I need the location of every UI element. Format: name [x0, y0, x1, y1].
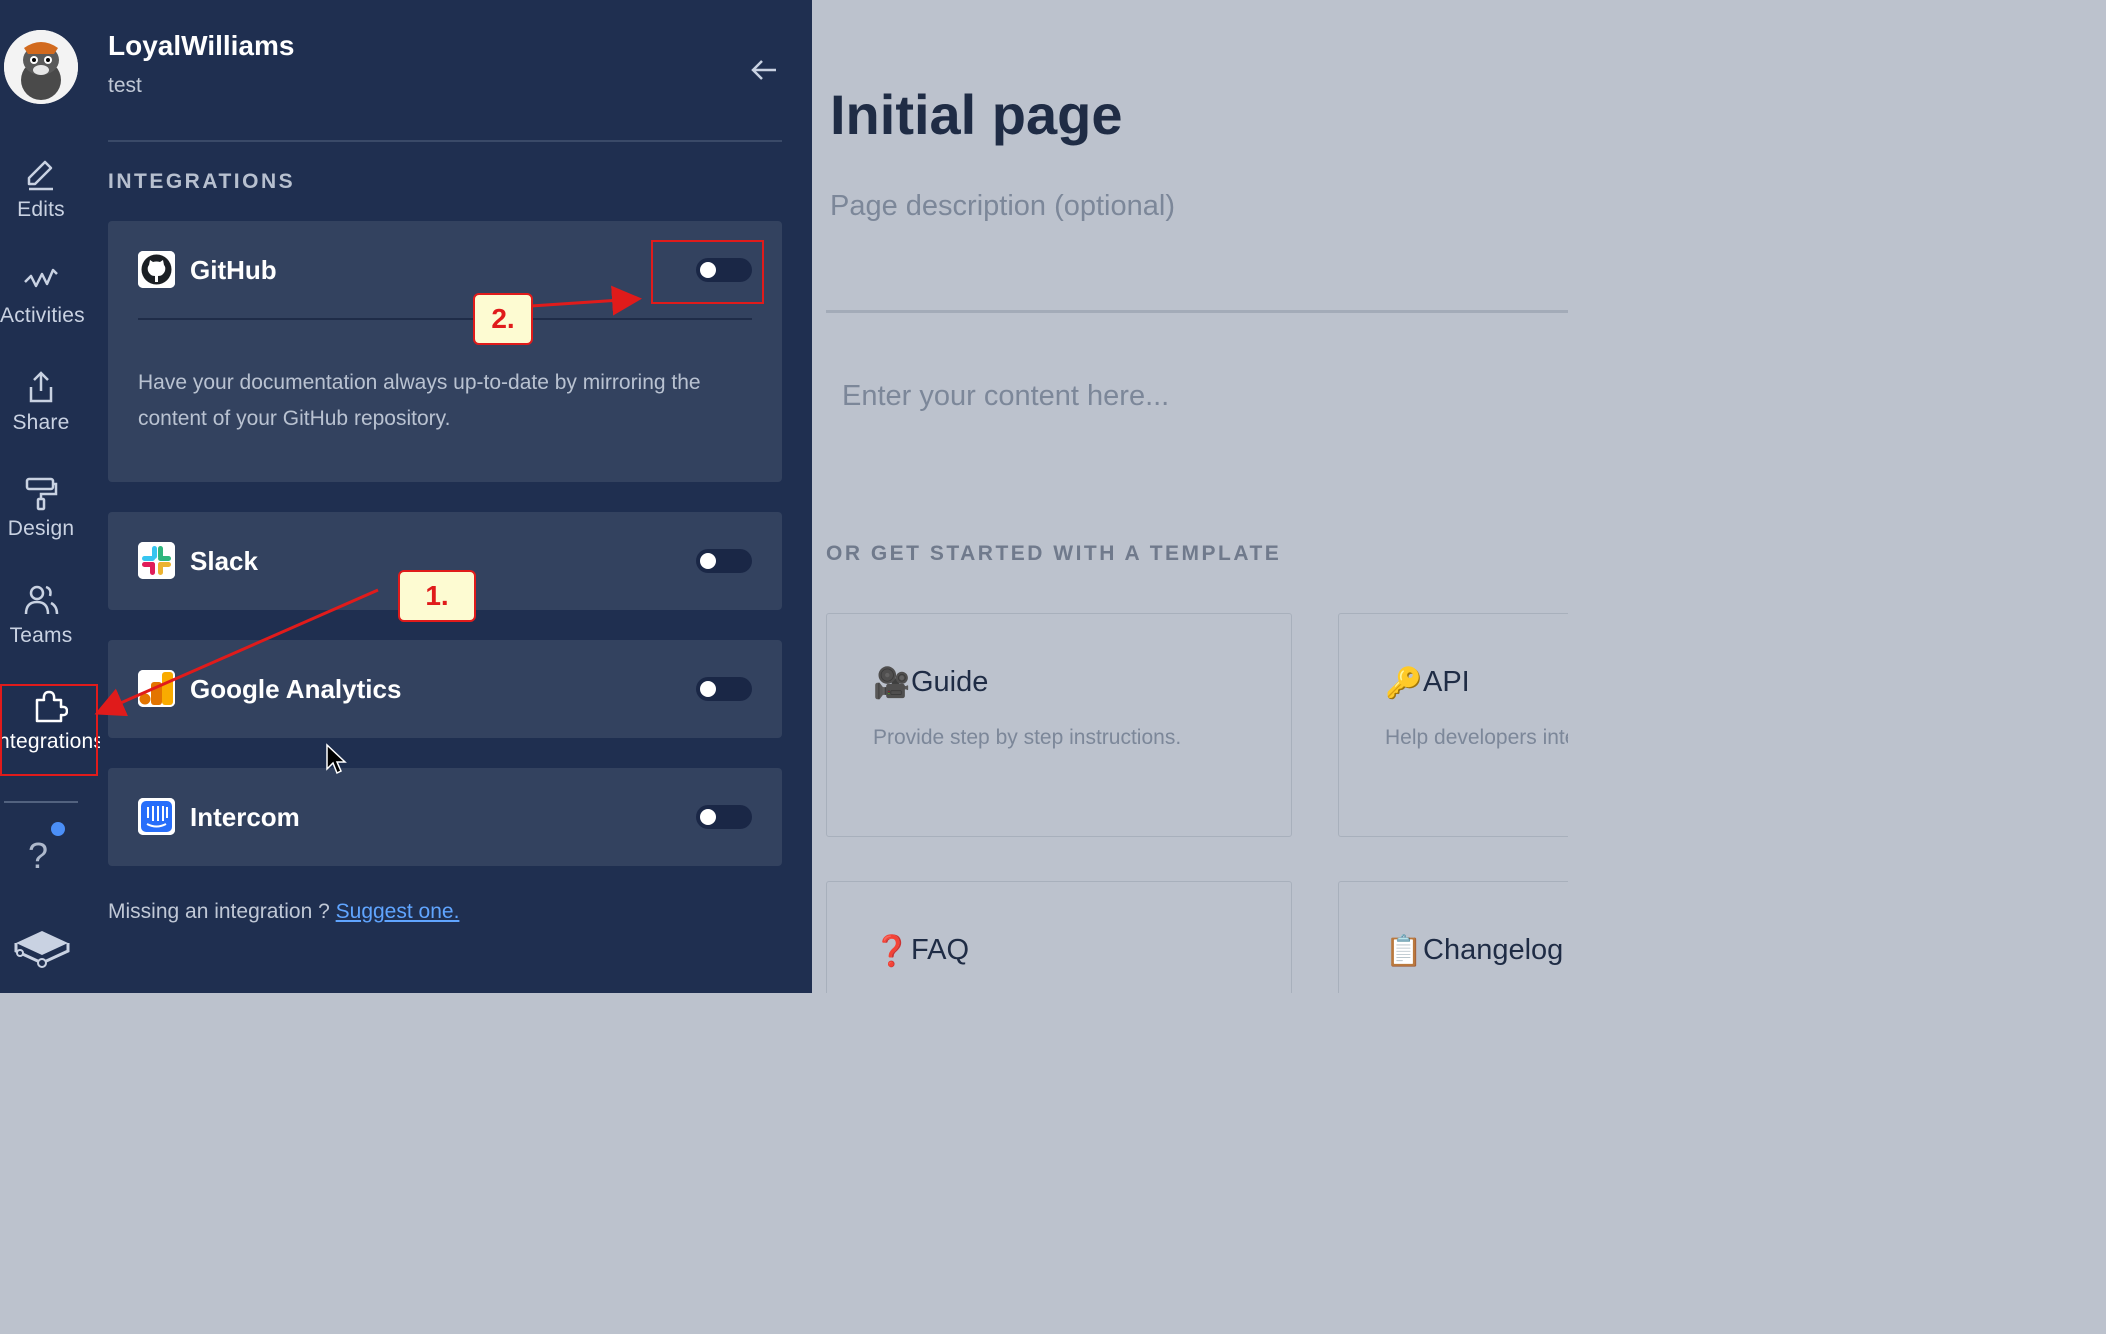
integration-name: Intercom — [190, 802, 300, 832]
template-title: FAQ — [911, 934, 970, 966]
integration-description: Have your documentation always up-to-dat… — [138, 371, 701, 430]
template-card-changelog[interactable]: 📋 Changelog — [1338, 881, 1568, 993]
template-card-faq[interactable]: ❓ FAQ — [826, 881, 1292, 993]
main-divider — [826, 310, 1568, 313]
template-description: Help developers integrate with your API. — [1385, 726, 1568, 749]
template-title: Changelog — [1423, 934, 1564, 966]
share-icon — [29, 371, 53, 403]
integration-name: Google Analytics — [190, 674, 402, 704]
user-name: LoyalWilliams — [108, 30, 295, 61]
page-description-input[interactable]: Page description (optional) — [830, 190, 1175, 223]
camera-icon: 🎥 — [873, 667, 911, 700]
slack-icon — [138, 542, 175, 579]
left-rail: Edits Activities Share Design Teams Inte… — [0, 0, 104, 993]
intercom-toggle[interactable] — [696, 805, 752, 829]
rail-item-share[interactable]: Share — [0, 369, 82, 435]
question-mark-icon: ❓ — [873, 935, 911, 968]
rail-label: Edits — [17, 198, 65, 221]
github-icon — [138, 251, 175, 288]
template-heading: OR GET STARTED WITH A TEMPLATE — [826, 542, 1282, 565]
pencil-icon — [27, 160, 53, 191]
rail-item-activities[interactable]: Activities — [0, 262, 85, 328]
cursor-icon — [326, 743, 347, 775]
content-editor[interactable]: Enter your content here... — [842, 380, 1169, 413]
card-separator — [138, 318, 752, 320]
template-title: Guide — [911, 666, 989, 698]
toggle-knob — [700, 681, 716, 697]
template-card-guide[interactable]: 🎥 Guide Provide step by step instruction… — [826, 613, 1292, 837]
rail-item-design[interactable]: Design — [0, 475, 82, 541]
toggle-knob — [700, 553, 716, 569]
rail-label: Activities — [0, 304, 85, 327]
suggest-link[interactable]: Suggest one. — [336, 900, 460, 923]
section-title: INTEGRATIONS — [108, 170, 296, 193]
integration-name: GitHub — [190, 255, 277, 285]
activity-icon — [24, 268, 58, 288]
page-editor: Initial page Page description (optional)… — [812, 0, 1568, 993]
rail-label: Teams — [9, 624, 73, 647]
template-description: Provide step by step instructions. — [873, 726, 1182, 749]
notification-dot — [51, 822, 65, 836]
book-icon[interactable] — [12, 925, 70, 969]
integration-card-google-analytics: Google Analytics — [108, 640, 782, 738]
integration-name: Slack — [190, 546, 258, 576]
intercom-icon — [138, 798, 175, 835]
rail-label: Share — [12, 411, 70, 434]
key-icon: 🔑 — [1385, 667, 1423, 700]
template-title: API — [1423, 666, 1470, 698]
annotation-label-step2: 2. — [473, 293, 533, 345]
back-arrow-icon[interactable] — [748, 54, 780, 86]
google-analytics-icon — [138, 670, 175, 707]
annotation-label-step1: 1. — [398, 570, 476, 622]
template-card-api[interactable]: 🔑 API Help developers integrate with you… — [1338, 613, 1568, 837]
integrations-panel: LoyalWilliams test INTEGRATIONS GitHub H… — [100, 0, 812, 993]
missing-label: Missing an integration ? — [108, 900, 336, 923]
annotation-box-github-toggle — [651, 240, 764, 304]
app-window: Edits Activities Share Design Teams Inte… — [0, 0, 1568, 993]
toggle-knob — [700, 809, 716, 825]
google-analytics-toggle[interactable] — [696, 677, 752, 701]
paint-roller-icon — [25, 477, 58, 511]
rail-label: Design — [7, 517, 75, 540]
integration-card-intercom: Intercom — [108, 768, 782, 866]
page-title[interactable]: Initial page — [830, 82, 1123, 147]
missing-integration-text: Missing an integration ? Suggest one. — [108, 900, 459, 924]
help-icon[interactable]: ? — [28, 835, 48, 877]
avatar[interactable] — [4, 30, 78, 104]
clipboard-icon: 📋 — [1385, 935, 1423, 968]
rail-divider — [4, 801, 78, 803]
annotation-box-integrations — [0, 684, 98, 776]
rail-item-teams[interactable]: Teams — [0, 582, 82, 648]
users-icon — [24, 585, 59, 615]
rail-item-edits[interactable]: Edits — [0, 156, 82, 222]
slack-toggle[interactable] — [696, 549, 752, 573]
panel-divider — [108, 140, 782, 142]
user-subtitle: test — [108, 74, 142, 97]
